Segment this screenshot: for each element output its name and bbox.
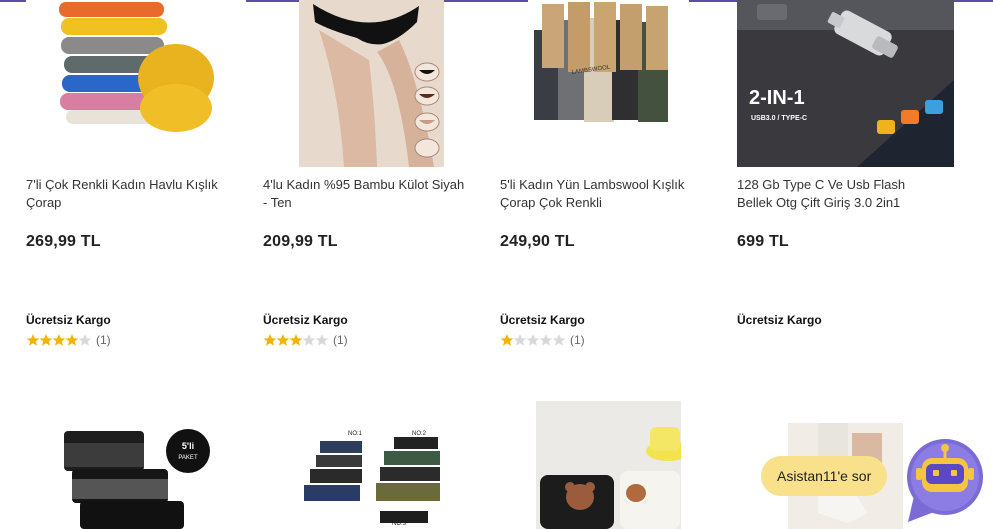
pack-badge-text: 5'li: [182, 441, 194, 451]
star-icon: [289, 334, 303, 346]
pack-badge-subtext: PAKET: [178, 455, 198, 461]
star-icon: [552, 334, 566, 346]
product-name[interactable]: 4'lu Kadın %95 Bambu Külot Siyah - Ten: [263, 176, 469, 212]
product-name[interactable]: 7'li Çok Renkli Kadın Havlu Kışlık Çorap: [26, 176, 232, 212]
star-icon: [500, 334, 514, 346]
product-image[interactable]: LAMBSWOOL: [528, 0, 689, 131]
no2-label: NO:2: [412, 431, 427, 437]
review-count: (1): [96, 333, 111, 347]
star-icon: [39, 334, 53, 346]
product-image[interactable]: NO:1 NO:2 NO:3: [300, 427, 445, 529]
product-image[interactable]: 5'li PAKET: [60, 429, 210, 529]
product-image[interactable]: 2-IN-1 USB3.0 / TYPE-C: [737, 0, 954, 167]
rating-stars: [500, 333, 566, 347]
product-name[interactable]: 5'li Kadın Yün Lambswool Kışlık Çorap Ço…: [500, 176, 706, 212]
star-icon: [78, 334, 92, 346]
review-count: (1): [570, 333, 585, 347]
assistant-bot-icon[interactable]: [904, 436, 986, 522]
product-card[interactable]: 2-IN-1 USB3.0 / TYPE-C 128 Gb Type C Ve …: [737, 0, 957, 360]
rating-stars: [26, 333, 92, 347]
star-icon: [315, 334, 329, 346]
free-shipping-label: Ücretsiz Kargo: [500, 313, 585, 327]
product-card[interactable]: 5'li PAKET: [60, 429, 210, 529]
product-price: 249,90 TL: [500, 233, 575, 250]
star-icon: [513, 334, 527, 346]
product-card[interactable]: NO:1 NO:2 NO:3: [300, 427, 445, 529]
product-card[interactable]: 7'li Çok Renkli Kadın Havlu Kışlık Çorap…: [26, 0, 246, 360]
product-name[interactable]: 128 Gb Type C Ve Usb Flash Bellek Otg Çi…: [737, 176, 943, 212]
star-icon: [263, 334, 277, 346]
assistant-ask-button[interactable]: Asistan11'e sor: [761, 456, 888, 496]
star-icon: [276, 334, 290, 346]
rating-stars: [263, 333, 329, 347]
product-grid: 7'li Çok Renkli Kadın Havlu Kışlık Çorap…: [0, 0, 993, 529]
assistant-label: Asistan11'e sor: [777, 468, 872, 484]
product-image[interactable]: [536, 401, 681, 529]
star-icon: [65, 334, 79, 346]
product-card[interactable]: 4'lu Kadın %95 Bambu Külot Siyah - Ten 2…: [263, 0, 483, 360]
product-image[interactable]: [299, 0, 444, 167]
free-shipping-label: Ücretsiz Kargo: [26, 313, 111, 327]
free-shipping-label: Ücretsiz Kargo: [263, 313, 348, 327]
usb-badge-text: 2-IN-1: [749, 87, 805, 109]
product-price: 699 TL: [737, 233, 789, 250]
free-shipping-label: Ücretsiz Kargo: [737, 313, 822, 327]
product-card[interactable]: LAMBSWOOL 5'li Kadın Yün Lambswool Kışlı…: [500, 0, 720, 360]
product-price: 269,99 TL: [26, 233, 101, 250]
review-count: (1): [333, 333, 348, 347]
star-icon: [302, 334, 316, 346]
star-icon: [539, 334, 553, 346]
product-image[interactable]: [26, 0, 246, 140]
product-rating: (1): [500, 333, 585, 347]
star-icon: [26, 334, 40, 346]
no1-label: NO:1: [348, 431, 363, 437]
product-card[interactable]: [536, 401, 681, 529]
star-icon: [52, 334, 66, 346]
usb-sub-text: USB3.0 / TYPE-C: [751, 115, 807, 122]
star-icon: [526, 334, 540, 346]
product-price: 209,99 TL: [263, 233, 338, 250]
product-rating: (1): [263, 333, 348, 347]
product-rating: (1): [26, 333, 111, 347]
